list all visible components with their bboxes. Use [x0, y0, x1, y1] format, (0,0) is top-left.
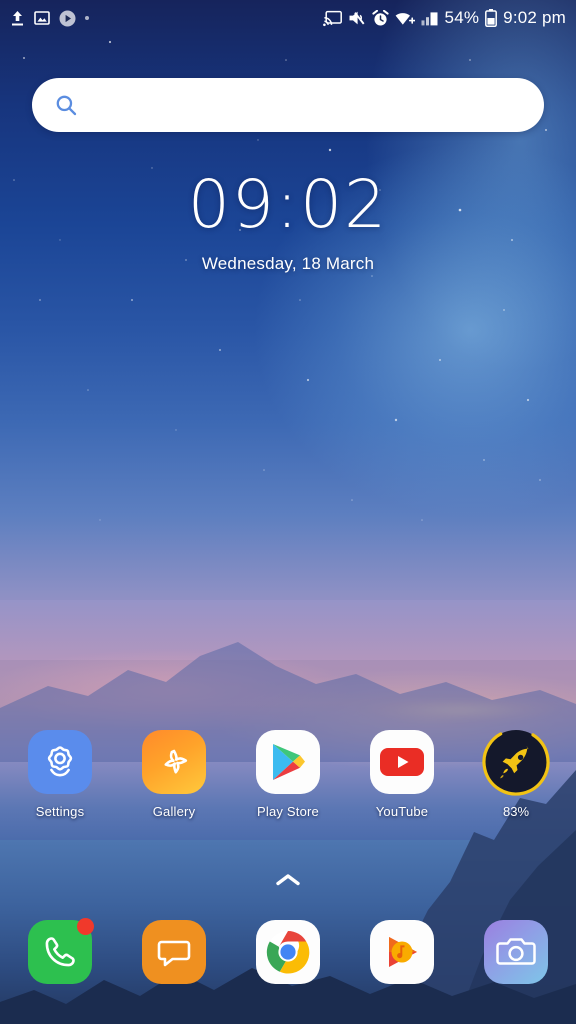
home-app-row: Settings Gallery Play Store YouTube 83% [0, 728, 576, 819]
app-youtube[interactable]: YouTube [366, 730, 438, 819]
chevron-up-icon [276, 874, 300, 886]
battery-percent-label: 54% [444, 8, 480, 27]
cellular-signal-icon [421, 12, 438, 26]
app-label: Settings [35, 804, 85, 819]
app-drawer-handle[interactable] [0, 872, 576, 888]
booster-progress-ring [482, 728, 550, 796]
app-settings[interactable]: Settings [24, 730, 96, 819]
clock-date: Wednesday, 18 March [201, 254, 375, 273]
volume-muted-icon [349, 11, 365, 25]
play-music-icon [370, 920, 434, 984]
settings-gear-icon [28, 730, 92, 794]
search-icon [56, 95, 77, 116]
widget-phone-booster[interactable]: 83% [480, 728, 552, 819]
youtube-icon [370, 730, 434, 794]
booster-percent-label: 83% [502, 804, 530, 819]
status-bar-clock: 9:02 pm [503, 8, 566, 27]
app-play-store[interactable]: Play Store [252, 730, 324, 819]
notification-badge [77, 918, 94, 935]
media-play-icon [59, 10, 76, 26]
clock-time: 09:02 [187, 166, 389, 243]
message-icon [142, 920, 206, 984]
rocket-icon [482, 728, 550, 796]
play-store-icon [256, 730, 320, 794]
wifi-plus-icon [395, 13, 415, 25]
wallpaper [0, 0, 576, 1024]
dock-app-camera[interactable] [480, 920, 552, 984]
dock-app-messages[interactable] [138, 920, 210, 984]
app-label: Play Store [257, 804, 319, 819]
status-bar-notifications[interactable] [10, 10, 89, 27]
alarm-icon [371, 9, 389, 25]
search-input[interactable] [92, 95, 522, 115]
dock-app-play-music[interactable] [366, 920, 438, 984]
cast-icon [322, 10, 342, 26]
battery-icon [485, 9, 498, 27]
dock [0, 918, 576, 984]
app-label: Gallery [152, 804, 196, 819]
search-bar[interactable] [32, 78, 544, 132]
gallery-flower-icon [142, 730, 206, 794]
dock-app-chrome[interactable] [252, 920, 324, 984]
chrome-icon [256, 920, 320, 984]
home-screen: 54% 9:02 pm 09:02 Wednesday, 18 March Se… [0, 0, 576, 1024]
status-bar-system[interactable]: 54% 9:02 pm [322, 8, 566, 28]
dock-app-phone[interactable] [24, 918, 96, 984]
screenshot-image-icon [34, 11, 50, 25]
clock-widget[interactable]: 09:02 Wednesday, 18 March [0, 172, 576, 274]
notification-dot-icon [85, 16, 89, 20]
app-gallery[interactable]: Gallery [138, 730, 210, 819]
phone-icon [28, 918, 94, 984]
app-label: YouTube [375, 804, 429, 819]
status-bar[interactable]: 54% 9:02 pm [0, 0, 576, 36]
camera-icon [484, 920, 548, 984]
upload-icon [12, 10, 23, 25]
